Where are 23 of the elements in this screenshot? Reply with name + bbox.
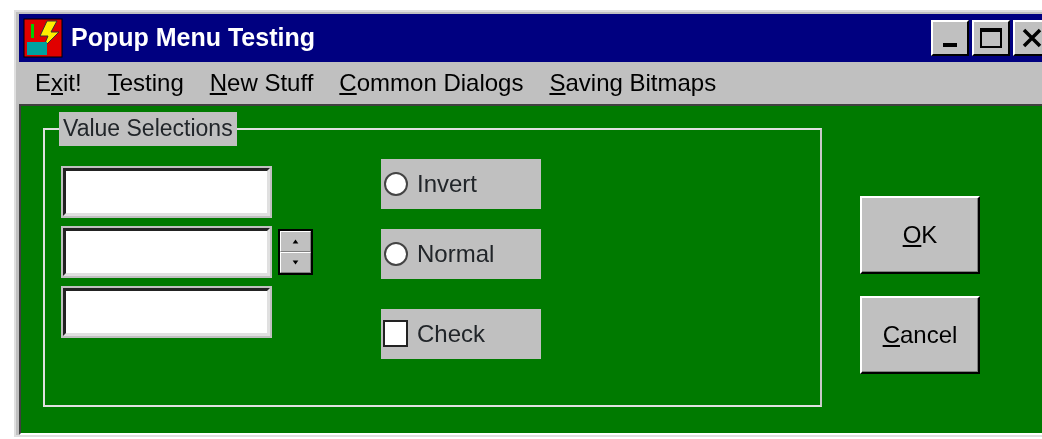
input-field[interactable] bbox=[63, 228, 270, 276]
dialog-button[interactable]: OK bbox=[860, 196, 980, 274]
minimize-icon bbox=[943, 43, 957, 47]
checkbox[interactable] bbox=[383, 320, 409, 348]
menu-item[interactable]: Exit! bbox=[35, 65, 82, 101]
group-title: Value Selections bbox=[59, 112, 237, 146]
maximize-button[interactable] bbox=[972, 20, 1010, 56]
input-field[interactable] bbox=[63, 288, 270, 336]
menu-item[interactable]: Saving Bitmaps bbox=[549, 65, 717, 101]
window-title: Popup Menu Testing bbox=[71, 22, 315, 54]
radio-button[interactable] bbox=[383, 171, 409, 197]
close-button[interactable] bbox=[1013, 20, 1042, 56]
menu-item[interactable]: New Stuff bbox=[209, 65, 314, 101]
minimize-button[interactable] bbox=[931, 20, 969, 56]
app-icon bbox=[23, 18, 63, 58]
close-icon bbox=[1021, 28, 1042, 48]
maximize-icon bbox=[979, 27, 1003, 49]
dialog-button[interactable]: Cancel bbox=[860, 296, 980, 374]
input-field[interactable] bbox=[63, 168, 270, 216]
menu-item[interactable]: Testing bbox=[107, 65, 184, 101]
radio-button[interactable] bbox=[383, 241, 409, 267]
spin-button[interactable] bbox=[278, 229, 313, 275]
menu-item[interactable]: Common Dialogs bbox=[339, 65, 524, 101]
